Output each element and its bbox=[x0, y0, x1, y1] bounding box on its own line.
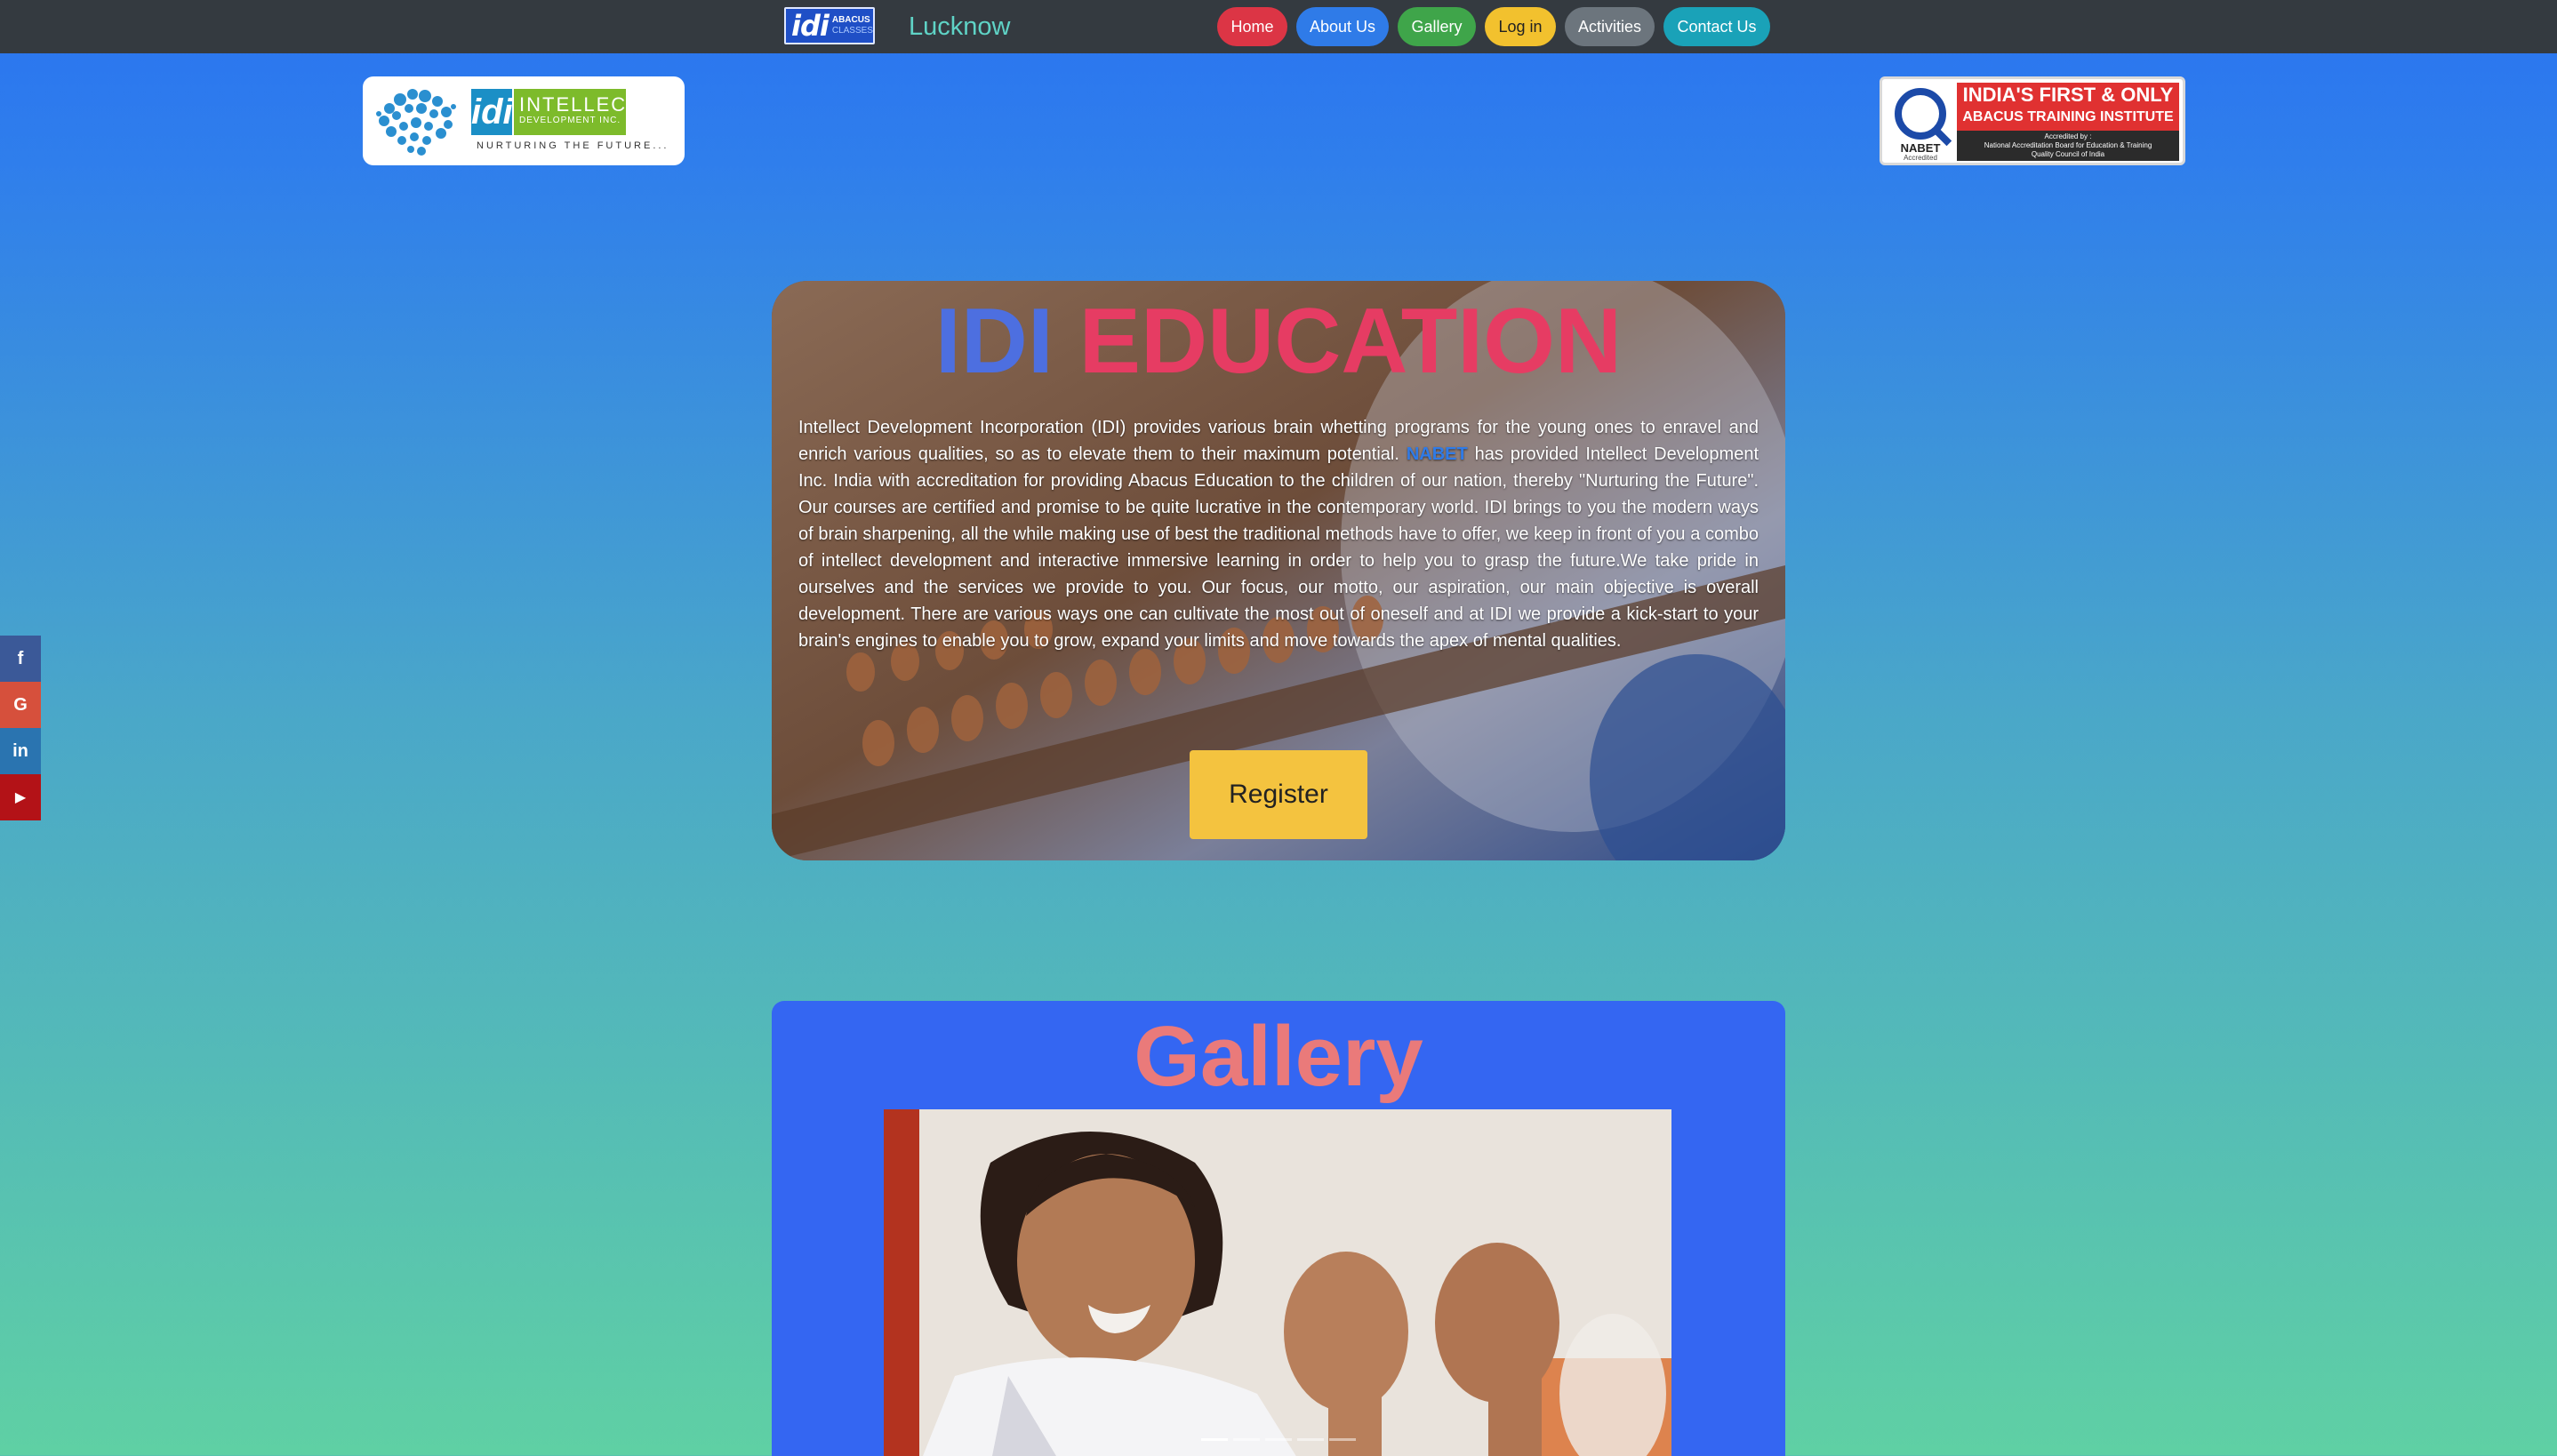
nabet-ring bbox=[1895, 88, 1946, 140]
carousel-indicator-5[interactable] bbox=[1329, 1438, 1356, 1441]
hero-card: IDI EDUCATION Intellect Development Inco… bbox=[772, 281, 1785, 860]
carousel-indicator-1[interactable] bbox=[1201, 1438, 1228, 1441]
carousel-indicators bbox=[772, 1438, 1785, 1447]
nav-home-button[interactable]: Home bbox=[1217, 7, 1287, 46]
hero-description: Intellect Development Incorporation (IDI… bbox=[798, 414, 1759, 654]
google-icon[interactable]: G bbox=[0, 682, 41, 728]
facebook-icon[interactable]: f bbox=[0, 636, 41, 682]
nav-activities-button[interactable]: Activities bbox=[1565, 7, 1655, 46]
idi-logo-sub: DEVELOPMENT INC. bbox=[519, 116, 621, 125]
gallery-carousel[interactable] bbox=[884, 1109, 1671, 1456]
nav-gallery-button[interactable]: Gallery bbox=[1398, 7, 1476, 46]
hero-title-idi: IDI bbox=[934, 290, 1054, 393]
nabet-headline-box: INDIA'S FIRST & ONLY ABACUS TRAINING INS… bbox=[1957, 83, 2179, 131]
nabet-link[interactable]: NABET bbox=[1407, 444, 1468, 464]
nabet-accreditation-badge: NABET Accredited INDIA'S FIRST & ONLY AB… bbox=[1880, 76, 2185, 165]
brain-icon bbox=[376, 89, 456, 156]
nabet-accredited-by: Accredited by : bbox=[2044, 132, 2092, 140]
nabet-headline-1: INDIA'S FIRST & ONLY bbox=[1962, 84, 2174, 106]
social-sidebar: f G in ▶ bbox=[0, 636, 41, 820]
register-button[interactable]: Register bbox=[1190, 750, 1367, 839]
nabet-headline-2: ABACUS TRAINING INSTITUTE bbox=[1962, 109, 2174, 124]
hero-text-part2: has provided Intellect Development Inc. … bbox=[798, 444, 1759, 651]
idi-intellect-logo[interactable]: idi INTELLECT DEVELOPMENT INC. NURTURING… bbox=[363, 76, 685, 165]
top-navbar: idi ABACUS CLASSES Lucknow Home About Us… bbox=[0, 0, 2557, 53]
gallery-title: Gallery bbox=[1134, 1009, 1423, 1104]
nav-login-button[interactable]: Log in bbox=[1485, 7, 1556, 46]
idi-logo-name: INTELLECT bbox=[519, 93, 641, 116]
idi-logo-tagline: NURTURING THE FUTURE... bbox=[477, 140, 669, 151]
nabet-seal-label: NABET bbox=[1900, 141, 1941, 155]
hero-title-education: EDUCATION bbox=[1078, 290, 1623, 393]
idi-logo-mark: idi bbox=[471, 89, 513, 135]
youtube-icon[interactable]: ▶ bbox=[0, 774, 41, 820]
idi-logo-name-box: INTELLECT DEVELOPMENT INC. bbox=[514, 89, 641, 135]
gallery-slide-image bbox=[884, 1109, 1671, 1456]
nabet-details-box: Accredited by : National Accreditation B… bbox=[1957, 131, 2179, 161]
nabet-seal-sub: Accredited bbox=[1904, 154, 1937, 162]
nav-about-button[interactable]: About Us bbox=[1296, 7, 1389, 46]
nabet-board: National Accreditation Board for Educati… bbox=[1984, 141, 2152, 149]
nav-contact-button[interactable]: Contact Us bbox=[1663, 7, 1770, 46]
nabet-seal-icon: NABET Accredited bbox=[1889, 84, 1952, 162]
carousel-indicator-2[interactable] bbox=[1233, 1438, 1260, 1441]
hero-title: IDI EDUCATION bbox=[772, 288, 1785, 395]
linkedin-icon[interactable]: in bbox=[0, 728, 41, 774]
gallery-section: Gallery bbox=[772, 1001, 1785, 1456]
nabet-council: Quality Council of India bbox=[2031, 150, 2105, 158]
carousel-indicator-3[interactable] bbox=[1265, 1438, 1292, 1441]
carousel-indicator-4[interactable] bbox=[1297, 1438, 1324, 1441]
nav-menu: Home About Us Gallery Log in Activities … bbox=[0, 7, 2557, 46]
